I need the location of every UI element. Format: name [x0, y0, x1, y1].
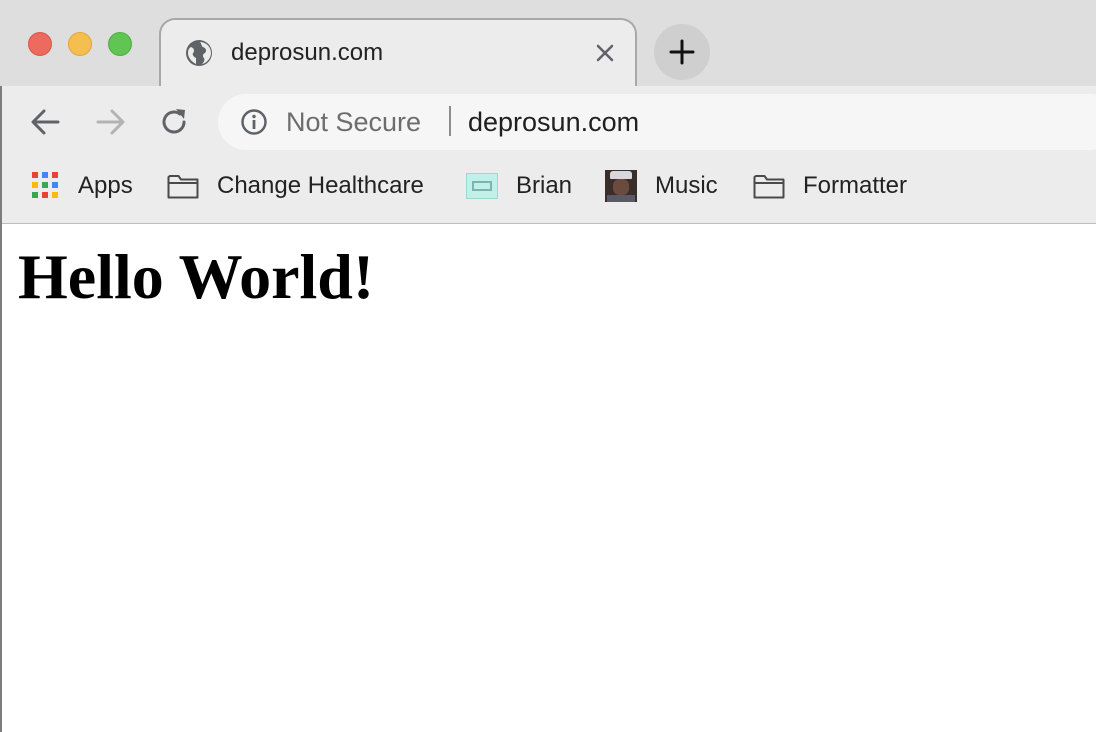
apps-grid-dot — [52, 192, 58, 198]
bookmark-label: Apps — [78, 172, 133, 199]
page-content: Hello World! — [2, 224, 1096, 732]
apps-grid-dot — [32, 192, 38, 198]
apps-grid-dot — [42, 172, 48, 178]
apps-grid-dot — [42, 192, 48, 198]
bookmark-brian[interactable]: Brian — [466, 168, 572, 204]
bookmarks-bar: Apps Change Healthcare Brian Music Forma… — [0, 158, 1096, 224]
security-status-label[interactable]: Not Secure — [286, 107, 421, 137]
url-text[interactable]: deprosun.com — [468, 107, 639, 137]
globe-icon — [186, 40, 212, 66]
maximize-window-button[interactable] — [108, 32, 132, 56]
bookmark-label: Brian — [516, 172, 573, 199]
info-icon[interactable] — [240, 108, 268, 136]
reload-icon[interactable] — [156, 104, 192, 140]
toolbar: Not Secure deprosun.com — [0, 86, 1096, 158]
apps-grid-dot — [42, 182, 48, 188]
browser-window: deprosun.com Not Secure deprosun.com App… — [0, 0, 1096, 732]
arrow-right-icon[interactable] — [92, 104, 128, 140]
folder-icon — [167, 175, 199, 199]
page-heading: Hello World! — [18, 241, 375, 312]
tab-strip: deprosun.com — [0, 0, 1096, 86]
tab-active[interactable]: deprosun.com — [159, 18, 637, 86]
plus-icon — [669, 39, 695, 65]
apps-grid-dot — [32, 182, 38, 188]
address-bar[interactable]: Not Secure deprosun.com — [218, 94, 1096, 150]
brian-favicon — [466, 173, 498, 199]
tab-title: deprosun.com — [231, 39, 384, 66]
apps-grid-dot — [32, 172, 38, 178]
bookmark-folder-change-healthcare[interactable]: Change Healthcare — [167, 168, 424, 204]
close-window-button[interactable] — [28, 32, 52, 56]
bookmark-folder-formatter[interactable]: Formatter — [753, 168, 907, 204]
new-tab-button[interactable] — [654, 24, 710, 80]
bookmark-label: Change Healthcare — [217, 172, 424, 199]
music-favicon — [605, 170, 637, 202]
arrow-left-icon[interactable] — [28, 104, 64, 140]
bookmark-music[interactable]: Music — [605, 168, 718, 204]
apps-grid-icon — [32, 172, 60, 200]
apps-grid-dot — [52, 172, 58, 178]
folder-icon — [753, 175, 785, 199]
minimize-window-button[interactable] — [68, 32, 92, 56]
bookmark-label: Music — [655, 172, 718, 199]
close-tab-icon[interactable] — [593, 41, 617, 65]
address-divider — [449, 106, 451, 136]
apps-grid-dot — [52, 182, 58, 188]
bookmark-apps[interactable]: Apps — [32, 168, 133, 204]
bookmark-label: Formatter — [803, 172, 908, 199]
